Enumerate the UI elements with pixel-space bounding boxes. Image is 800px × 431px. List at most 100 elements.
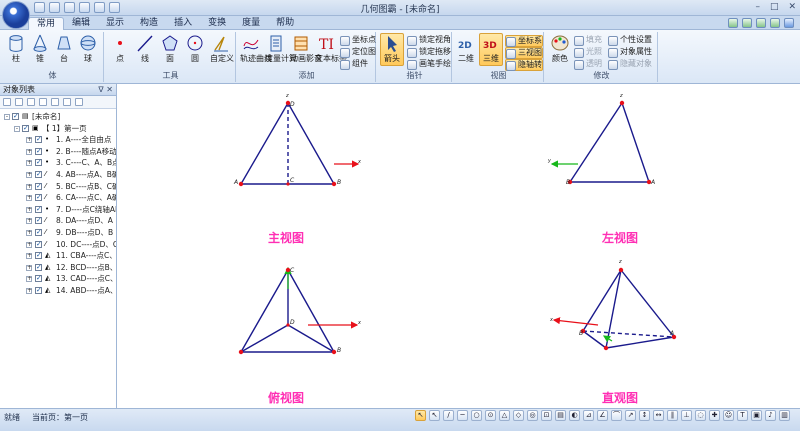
status-tool-button[interactable]: ⊡ <box>541 410 552 421</box>
pen-draw-button[interactable]: 画笔手绘 <box>407 59 451 70</box>
2d-tool[interactable]: 2D 二维 <box>455 34 477 63</box>
tree-page-row[interactable]: - ▣ 【 1】第一页 <box>0 123 116 134</box>
visibility-checkbox[interactable] <box>35 192 42 204</box>
page-setup-icon[interactable] <box>742 18 752 28</box>
lighting-button[interactable]: 光照 <box>574 47 602 58</box>
minimize-button[interactable]: – <box>755 2 760 12</box>
status-tool-button[interactable]: ▤ <box>555 410 566 421</box>
status-tool-button[interactable]: ─ <box>457 410 468 421</box>
status-tool-button[interactable]: ⊙ <box>485 410 496 421</box>
tree-object-row[interactable]: + ◭ 13. CAD----点C、A <box>0 273 116 285</box>
expand-icon[interactable]: + <box>26 137 32 144</box>
status-tool-button[interactable]: / <box>443 410 454 421</box>
expand-icon[interactable]: + <box>26 241 32 248</box>
visibility-checkbox[interactable] <box>35 273 42 285</box>
status-tool-button[interactable]: ✚ <box>709 410 720 421</box>
status-tool-button[interactable]: ◌ <box>695 410 706 421</box>
tab-display[interactable]: 显示 <box>98 17 132 30</box>
visibility-checkbox[interactable] <box>35 215 42 227</box>
tree-object-row[interactable]: + • 2. B----随点A移动 <box>0 146 116 157</box>
remove-icon[interactable] <box>63 98 71 106</box>
arrow-tool[interactable]: 箭头 <box>380 33 404 66</box>
status-tool-button[interactable]: ↕ <box>639 410 650 421</box>
status-tool-button[interactable]: ⊿ <box>583 410 594 421</box>
personal-settings-button[interactable]: 个性设置 <box>608 35 652 46</box>
status-tool-button[interactable]: △ <box>499 410 510 421</box>
text-label-tool[interactable]: TI 文本标签 <box>315 34 347 63</box>
front-view[interactable]: D z A C B x <box>233 93 361 187</box>
status-tool-button[interactable]: ↗ <box>625 410 636 421</box>
cone-tool[interactable]: 锥 <box>29 34 51 63</box>
visibility-checkbox[interactable] <box>35 227 42 239</box>
object-properties-button[interactable]: 对象属性 <box>608 47 652 58</box>
help-icon[interactable] <box>784 18 794 28</box>
perspective-view[interactable]: z x B A <box>549 259 677 351</box>
tab-help[interactable]: 帮助 <box>268 17 302 30</box>
lock-drag-button[interactable]: 锁定拖移 <box>407 47 451 58</box>
status-tool-button[interactable]: ♪ <box>765 410 776 421</box>
status-tool-button[interactable]: ▥ <box>779 410 790 421</box>
expand-icon[interactable]: + <box>26 206 32 213</box>
transparent-button[interactable]: 透明 <box>574 59 602 70</box>
tree-object-row[interactable]: + ⁄ 6. CA----点C、A确 <box>0 192 116 204</box>
expand-icon[interactable]: + <box>26 171 32 178</box>
filter-icon[interactable] <box>15 98 23 106</box>
expand-icon[interactable]: + <box>26 229 32 236</box>
tree-object-row[interactable]: + ⁄ 10. DC----点D、C <box>0 239 116 250</box>
geometry-views[interactable]: D z A C B x z y B A C D B x z x B A <box>118 84 800 408</box>
visibility-checkbox[interactable] <box>35 204 42 215</box>
status-tool-button[interactable]: ⊥ <box>681 410 692 421</box>
expand-icon[interactable]: + <box>26 264 32 271</box>
expand-icon[interactable]: + <box>26 276 32 283</box>
tree-object-row[interactable]: + ⁄ 4. AB----点A、B确 <box>0 169 116 181</box>
visibility-checkbox[interactable] <box>12 111 19 123</box>
circle-tool[interactable]: 圆 <box>184 34 206 63</box>
tab-insert[interactable]: 插入 <box>166 17 200 30</box>
visibility-checkbox[interactable] <box>35 250 42 262</box>
status-tool-button[interactable]: ☺ <box>723 410 734 421</box>
visibility-checkbox[interactable] <box>22 123 29 134</box>
status-tool-button[interactable]: ↖ <box>429 410 440 421</box>
expand-icon[interactable]: + <box>26 195 32 202</box>
tree-object-row[interactable]: + ◭ 11. CBA----点C、B <box>0 250 116 262</box>
lock-view-button[interactable]: 锁定视角 <box>407 35 451 46</box>
add-page-icon[interactable] <box>728 18 738 28</box>
tree-object-row[interactable]: + • 7. D----点C绕轴AB <box>0 204 116 215</box>
locate-image-button[interactable]: 定位图 <box>340 47 376 58</box>
visibility-checkbox[interactable] <box>35 157 42 169</box>
tree-doc-row[interactable]: - ▤ [未命名] <box>0 111 116 123</box>
expand-icon[interactable]: + <box>26 253 32 260</box>
top-view[interactable]: C D B x <box>238 266 361 355</box>
left-view[interactable]: z y B A <box>547 93 655 186</box>
collapse-icon[interactable]: - <box>4 114 10 120</box>
tree-object-row[interactable]: + ⁄ 9. DB----点D、B <box>0 227 116 239</box>
visibility-checkbox[interactable] <box>35 181 42 192</box>
visibility-checkbox[interactable] <box>35 285 42 297</box>
cylinder-tool[interactable]: 柱 <box>5 34 27 63</box>
tree-object-row[interactable]: + ⁄ 5. BC----点B、C确 <box>0 181 116 192</box>
status-tool-button[interactable]: ▣ <box>751 410 762 421</box>
coord-point-button[interactable]: 坐标点 <box>340 35 376 46</box>
tab-transform[interactable]: 变换 <box>200 17 234 30</box>
app-logo-icon[interactable] <box>2 1 30 29</box>
status-tool-button[interactable]: ∥ <box>667 410 678 421</box>
visibility-checkbox[interactable] <box>35 169 42 181</box>
move-up-icon[interactable] <box>27 98 35 106</box>
tab-common[interactable]: 常用 <box>28 17 65 30</box>
visibility-checkbox[interactable] <box>35 146 42 157</box>
fill-button[interactable]: 填充 <box>574 35 602 46</box>
face-tool[interactable]: 面 <box>159 34 181 63</box>
sphere-tool[interactable]: 球 <box>77 34 99 63</box>
delete-icon[interactable] <box>75 98 83 106</box>
expand-icon[interactable]: + <box>26 183 32 190</box>
status-tool-button[interactable]: ◐ <box>569 410 580 421</box>
status-tool-button[interactable]: ∠ <box>597 410 608 421</box>
expand-icon[interactable]: + <box>26 287 32 294</box>
tree-object-row[interactable]: + • 1. A----全自由点 <box>0 134 116 146</box>
expand-icon[interactable]: + <box>26 218 32 225</box>
component-button[interactable]: 组件 <box>340 59 368 70</box>
visibility-checkbox[interactable] <box>35 239 42 250</box>
hide-object-button[interactable]: 隐藏对象 <box>608 59 652 70</box>
status-tool-button[interactable]: ◎ <box>527 410 538 421</box>
drawing-canvas[interactable]: D z A C B x z y B A C D B x z x B A 主视图 … <box>118 84 800 408</box>
